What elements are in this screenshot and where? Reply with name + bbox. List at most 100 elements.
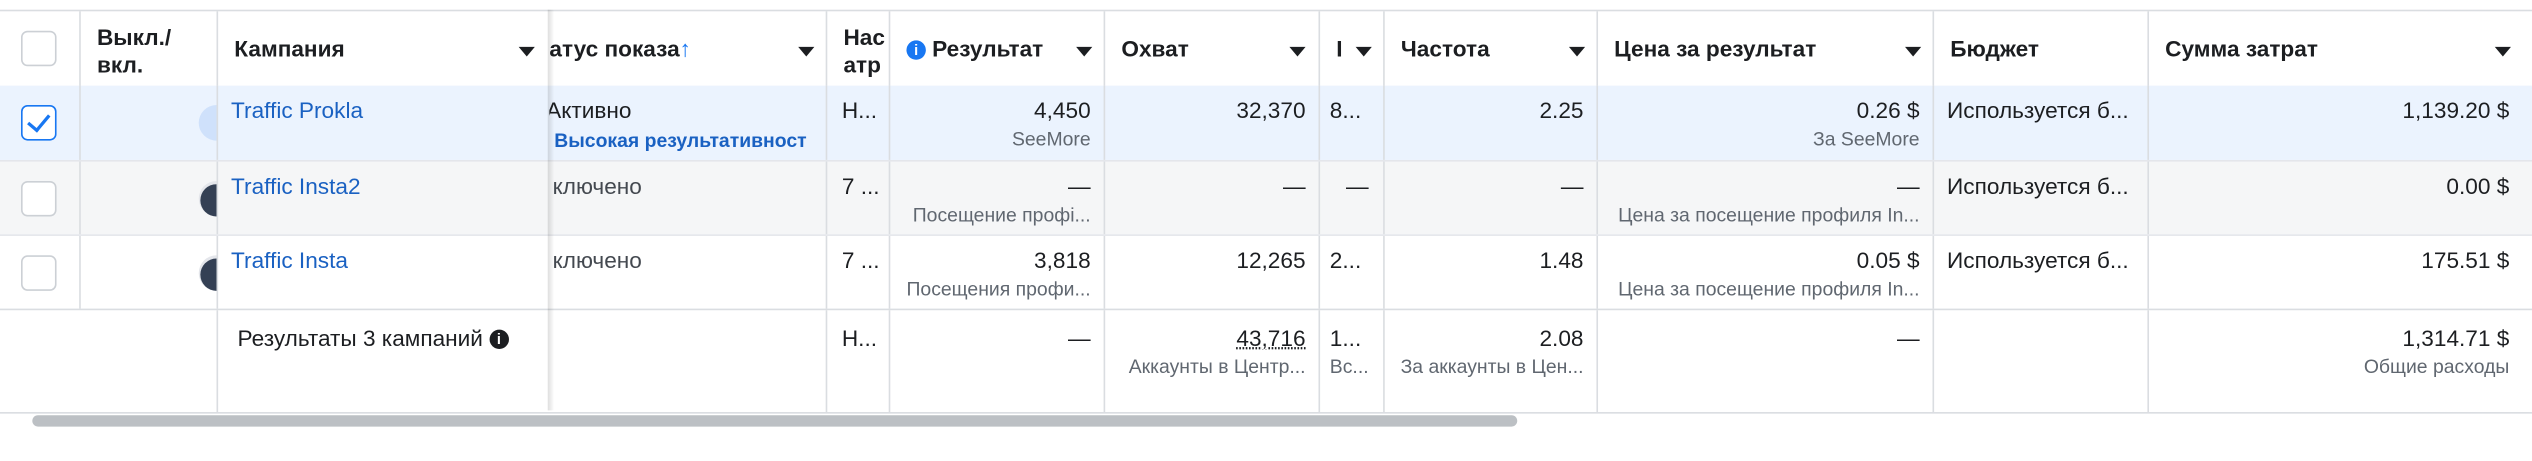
- column-toggle-label-2: вкл.: [97, 52, 143, 78]
- chevron-down-icon[interactable]: [1569, 47, 1585, 57]
- chevron-down-icon[interactable]: [1289, 47, 1305, 57]
- column-toggle-label-1: Выкл./: [97, 24, 171, 50]
- column-result-label: Результат: [932, 36, 1043, 62]
- chevron-down-icon[interactable]: [519, 47, 535, 57]
- column-frequency[interactable]: Частота: [1385, 11, 1598, 87]
- chevron-down-icon[interactable]: [1076, 47, 1092, 57]
- result-type-label: SeeMore: [1012, 128, 1091, 151]
- totals-result: —: [1068, 325, 1091, 351]
- row-checkbox[interactable]: [21, 181, 57, 217]
- campaign-toggle[interactable]: [199, 181, 218, 217]
- horizontal-scrollbar[interactable]: [32, 415, 1517, 426]
- cost-per-result-type: За SeeMore: [1813, 128, 1920, 151]
- column-impressions[interactable]: I: [1320, 11, 1385, 87]
- totals-row: Результаты 3 кампаний i Н... — 43,716 Акк…: [0, 309, 2532, 414]
- column-attribution-label-2: атр: [843, 52, 880, 78]
- totals-spent: 1,314.71 $: [2402, 325, 2509, 351]
- amount-spent-value: 175.51 $: [2421, 247, 2509, 273]
- column-attribution-label-1: Нас: [843, 24, 885, 50]
- attribution-value: Н...: [842, 97, 877, 123]
- chevron-down-icon[interactable]: [1356, 47, 1372, 57]
- chevron-down-icon[interactable]: [2495, 47, 2511, 57]
- column-cost-per-result-label: Цена за результат: [1614, 36, 1816, 62]
- column-amount-spent-label: Сумма затрат: [2165, 36, 2318, 62]
- campaign-toggle[interactable]: [199, 255, 218, 291]
- totals-impressions-label: Вс...: [1330, 355, 1369, 378]
- row-checkbox[interactable]: [21, 255, 57, 291]
- result-value: —: [1068, 173, 1091, 199]
- attribution-value: 7 ...: [842, 173, 880, 199]
- frozen-columns-shadow: [548, 10, 554, 411]
- result-type-label: Посещение профі...: [913, 204, 1091, 227]
- cost-per-result-value: 0.05 $: [1857, 247, 1920, 273]
- select-all-checkbox[interactable]: [21, 31, 57, 67]
- campaign-toggle[interactable]: [199, 105, 218, 141]
- column-impressions-label: I: [1336, 36, 1342, 62]
- attribution-value: 7 ...: [842, 247, 880, 273]
- campaign-name-link[interactable]: Traffic Prokla: [231, 97, 363, 123]
- budget-value: Используется б...: [1947, 97, 2129, 123]
- totals-attribution: Н...: [842, 325, 877, 351]
- campaigns-table: Выкл./вкл. Кампания атус показа↑ Нас атр …: [0, 10, 2532, 411]
- status-note-link[interactable]: Высокая результативност: [554, 129, 806, 152]
- column-cost-per-result[interactable]: Цена за результат: [1598, 11, 1934, 87]
- column-status[interactable]: атус показа↑: [549, 11, 827, 87]
- reach-value: 12,265: [1236, 247, 1305, 273]
- delivery-status: Активно: [549, 97, 631, 123]
- totals-spent-label: Общие расходы: [2364, 355, 2509, 378]
- frequency-value: —: [1561, 173, 1584, 199]
- column-campaign-label: Кампания: [234, 36, 344, 62]
- totals-frequency: 2.08: [1539, 325, 1583, 351]
- column-amount-spent[interactable]: Сумма затрат: [2149, 11, 2532, 87]
- reach-value: 32,370: [1236, 97, 1305, 123]
- campaigns-table-view: Выкл./вкл. Кампания атус показа↑ Нас атр …: [0, 0, 2532, 461]
- campaign-name-link[interactable]: Traffic Insta: [231, 247, 348, 273]
- budget-value: Используется б...: [1947, 173, 2129, 199]
- cost-per-result-type: Цена за посещение профиля In...: [1618, 278, 1919, 301]
- column-toggle[interactable]: Выкл./вкл.: [81, 11, 218, 87]
- campaign-name-link[interactable]: Traffic Insta2: [231, 173, 361, 199]
- amount-spent-value: 0.00 $: [2446, 173, 2509, 199]
- cost-per-result-value: —: [1897, 173, 1920, 199]
- toggle-knob: [200, 259, 218, 291]
- frequency-value: 2.25: [1539, 97, 1583, 123]
- result-value: 3,818: [1034, 247, 1091, 273]
- cost-per-result-type: Цена за посещение профиля In...: [1618, 204, 1919, 227]
- info-icon[interactable]: i: [906, 40, 925, 59]
- totals-frequency-label: За аккаунты в Цен...: [1401, 355, 1584, 378]
- toggle-knob: [200, 184, 218, 216]
- select-all-cell: [0, 11, 81, 87]
- column-reach[interactable]: Охват: [1105, 11, 1320, 87]
- impressions-value: 2...: [1330, 247, 1361, 273]
- delivery-status: ключено: [553, 247, 642, 273]
- column-budget[interactable]: Бюджет: [1934, 11, 2149, 87]
- amount-spent-value: 1,139.20 $: [2402, 97, 2509, 123]
- delivery-status: ключено: [553, 173, 642, 199]
- column-result[interactable]: i Результат: [890, 11, 1105, 87]
- result-value: 4,450: [1034, 97, 1091, 123]
- sort-ascending-icon: ↑: [680, 36, 691, 62]
- chevron-down-icon[interactable]: [798, 47, 814, 57]
- totals-reach-label: Аккаунты в Центр...: [1129, 355, 1306, 378]
- column-status-label: атус показа: [549, 36, 679, 62]
- result-type-label: Посещения профи...: [906, 278, 1090, 301]
- budget-value: Используется б...: [1947, 247, 2129, 273]
- totals-impressions: 1...: [1330, 325, 1361, 351]
- impressions-value: —: [1346, 173, 1369, 199]
- table-row[interactable]: Traffic Insta2 ключено 7 ... — Посещение …: [0, 160, 2532, 236]
- cost-per-result-value: 0.26 $: [1857, 97, 1920, 123]
- column-budget-label: Бюджет: [1950, 36, 2039, 62]
- info-icon[interactable]: i: [489, 330, 508, 349]
- table-header-row: Выкл./вкл. Кампания атус показа↑ Нас атр …: [0, 10, 2532, 89]
- table-row[interactable]: Traffic Insta ключено 7 ... 3,818 Посещен…: [0, 234, 2532, 310]
- chevron-down-icon[interactable]: [1905, 47, 1921, 57]
- reach-value: —: [1283, 173, 1306, 199]
- column-attribution[interactable]: Нас атр: [827, 11, 890, 87]
- column-campaign[interactable]: Кампания: [218, 11, 549, 87]
- totals-cost: —: [1897, 325, 1920, 351]
- totals-reach[interactable]: 43,716: [1236, 325, 1305, 351]
- column-reach-label: Охват: [1121, 36, 1188, 62]
- table-row[interactable]: Traffic Prokla Активно Высокая результат…: [0, 86, 2532, 160]
- row-checkbox[interactable]: [21, 105, 57, 141]
- column-frequency-label: Частота: [1401, 36, 1490, 62]
